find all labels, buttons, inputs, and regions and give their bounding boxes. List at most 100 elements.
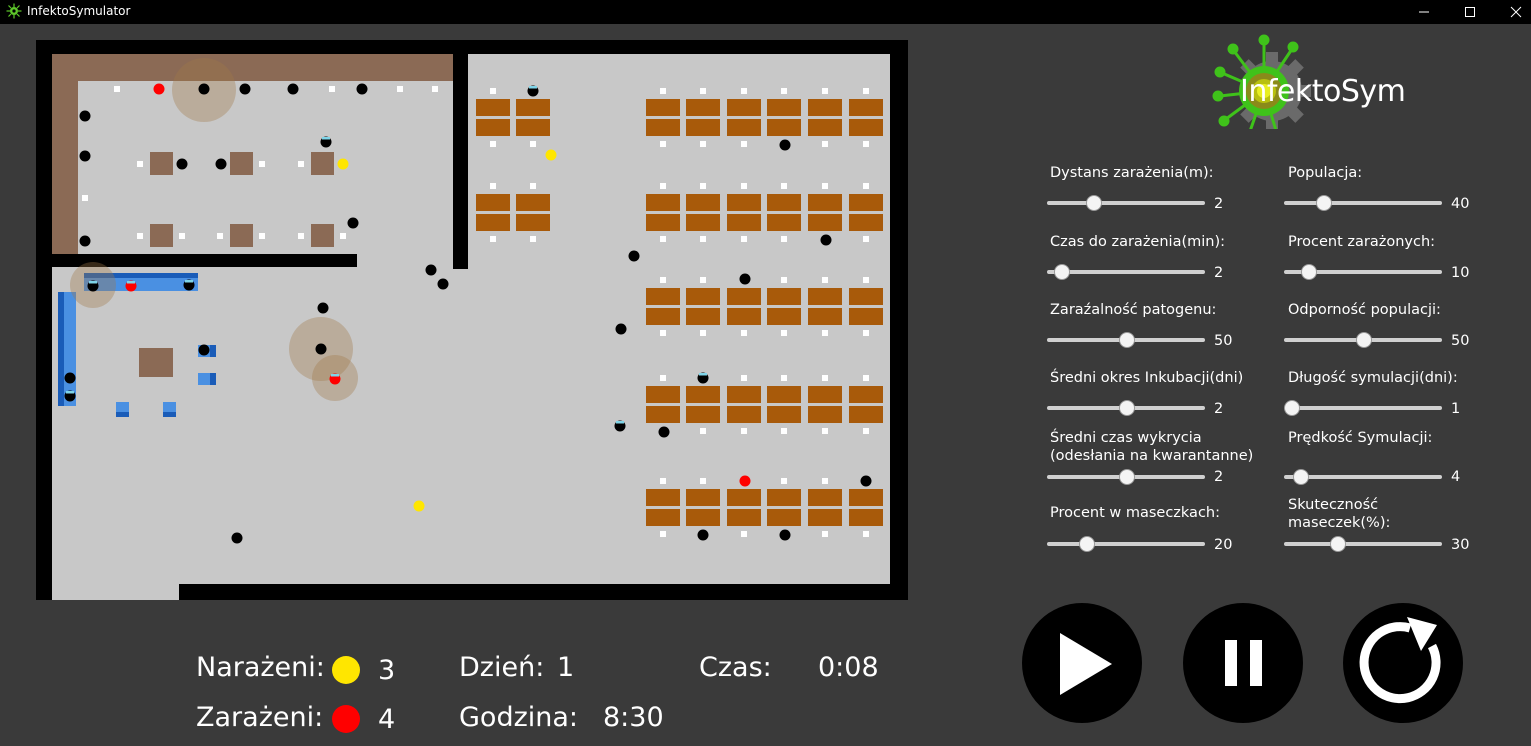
param-slider-speed[interactable] [1284,469,1442,485]
slider-thumb[interactable] [1119,400,1135,416]
param-slider-incubation[interactable] [1047,400,1205,416]
desk [646,99,680,116]
person-healthy [628,250,640,262]
param-slider-detection[interactable] [1047,469,1205,485]
person-healthy [779,529,791,541]
chair [259,161,265,167]
chair [741,88,747,94]
chair [700,277,706,283]
chair [259,233,265,239]
pause-button[interactable] [1183,603,1303,723]
chair [863,428,869,434]
param-slider-immunity[interactable] [1284,332,1442,348]
chair [822,330,828,336]
slider-thumb[interactable] [1119,332,1135,348]
desk [849,119,883,136]
param-value-sim-length: 1 [1451,401,1461,417]
person-exposed [337,158,349,170]
slider-thumb[interactable] [1119,469,1135,485]
desk [727,99,761,116]
maximize-icon [1465,7,1475,17]
desk [808,214,842,231]
play-button[interactable] [1022,603,1142,723]
person-healthy [779,139,791,151]
param-label-mask-efficacy: Skuteczność maseczek(%): [1288,497,1391,531]
desk [727,509,761,526]
chair [530,141,536,147]
face-mask [66,391,74,394]
param-value-incubation: 2 [1214,401,1224,417]
slider-thumb[interactable] [1292,469,1309,485]
desk [646,194,680,211]
slider-track [1284,542,1442,546]
slider-thumb[interactable] [1078,536,1095,552]
desk [516,214,550,231]
param-label-immunity: Odporność populacji: [1288,302,1441,318]
param-slider-population[interactable] [1284,195,1442,211]
desk [767,99,801,116]
param-slider-distance[interactable] [1047,195,1205,211]
slider-thumb[interactable] [1330,536,1347,552]
param-label-masks-percent: Procent w maseczkach: [1050,505,1220,521]
person-healthy [860,475,872,487]
chair [137,233,143,239]
person-healthy [347,217,359,229]
chair [217,233,223,239]
chair [863,88,869,94]
chair [781,330,787,336]
chair [863,236,869,242]
person-infected [739,475,751,487]
param-value-distance: 2 [1214,196,1224,212]
param-slider-infection-time[interactable] [1047,264,1205,280]
param-slider-masks-percent[interactable] [1047,536,1205,552]
chair [863,330,869,336]
chair [179,233,185,239]
restart-icon [1359,617,1441,704]
chair [781,183,787,189]
param-value-masks-percent: 20 [1214,537,1233,553]
desk [808,308,842,325]
restart-button[interactable] [1343,603,1463,723]
slider-thumb[interactable] [1356,332,1372,348]
slider-track [1047,542,1205,546]
slider-thumb[interactable] [1284,400,1300,416]
param-slider-sim-length[interactable] [1284,400,1442,416]
param-slider-contagiousness[interactable] [1047,332,1205,348]
desk [686,119,720,136]
person-healthy [231,532,243,544]
slider-track [1284,406,1442,410]
close-button[interactable] [1493,0,1531,24]
param-value-population: 40 [1451,196,1470,212]
exposed-dot [332,656,360,684]
office-table [139,348,173,377]
param-slider-mask-efficacy[interactable] [1284,536,1442,552]
param-value-speed: 4 [1451,469,1461,485]
param-label-population: Populacja: [1288,165,1363,181]
desk [849,386,883,403]
blue-chair-back [210,345,216,357]
slider-thumb[interactable] [1054,264,1071,280]
day-value: 1 [557,652,575,683]
slider-track [1284,201,1442,205]
param-label-detection: Średni czas wykrycia (odesłania na kwara… [1050,430,1254,464]
slider-thumb[interactable] [1315,195,1332,211]
desk [646,119,680,136]
param-slider-infected-percent[interactable] [1284,264,1442,280]
maximize-button[interactable] [1447,0,1493,24]
minimize-button[interactable] [1401,0,1447,24]
param-label-incubation: Średni okres Inkubacji(dni) [1050,370,1244,386]
desk [646,288,680,305]
chair [781,428,787,434]
chair [863,531,869,537]
slider-thumb[interactable] [1301,264,1318,280]
desk [727,288,761,305]
slider-thumb[interactable] [1085,195,1102,211]
desk [476,99,510,116]
minimize-icon [1419,11,1429,13]
desk [476,119,510,136]
person-healthy [425,264,437,276]
chair [822,183,828,189]
desk [808,288,842,305]
play-icon [1060,633,1112,695]
slider-track [1047,270,1205,274]
